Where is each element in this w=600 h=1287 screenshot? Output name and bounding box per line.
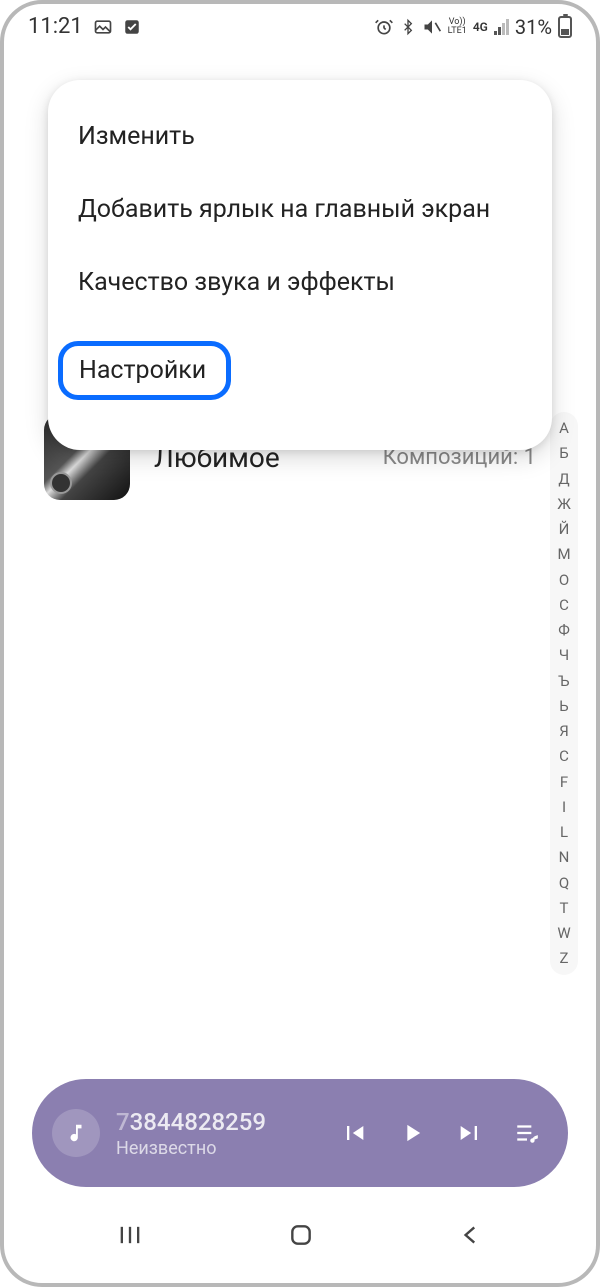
index-letter[interactable]: N: [559, 847, 570, 867]
status-time: 11:21: [28, 14, 83, 39]
alphabet-index[interactable]: АБДЖЙМОСФЧЪЬЯCFILNQTWZ: [550, 412, 578, 975]
network-4g-icon: 4G: [473, 20, 488, 34]
index-letter[interactable]: Д: [558, 469, 569, 489]
index-letter[interactable]: Б: [559, 443, 568, 463]
track-lead: 7: [116, 1108, 130, 1136]
previous-button[interactable]: [340, 1119, 368, 1147]
battery-icon: [558, 16, 572, 38]
index-letter[interactable]: О: [559, 570, 569, 590]
image-icon: [93, 17, 113, 37]
index-letter[interactable]: Z: [560, 948, 569, 968]
bluetooth-icon: [400, 17, 416, 37]
index-letter[interactable]: Я: [559, 721, 569, 741]
menu-item-sound-quality[interactable]: Качество звука и эффекты: [48, 246, 552, 319]
volte-icon: Vo)) LTE1: [448, 18, 467, 36]
index-letter[interactable]: I: [562, 797, 566, 817]
menu-item-edit[interactable]: Изменить: [48, 100, 552, 173]
index-letter[interactable]: F: [560, 772, 568, 792]
battery-percent: 31%: [515, 15, 552, 39]
queue-button[interactable]: [514, 1120, 540, 1146]
index-letter[interactable]: С: [559, 595, 569, 615]
index-letter[interactable]: Ь: [559, 696, 568, 716]
signal-icon: [494, 19, 509, 35]
alarm-icon: [374, 17, 394, 37]
index-letter[interactable]: М: [557, 544, 570, 564]
index-letter[interactable]: Q: [559, 873, 569, 893]
index-letter[interactable]: Ъ: [558, 671, 569, 691]
index-letter[interactable]: А: [559, 418, 569, 438]
settings-highlight: Настройки: [58, 341, 231, 400]
system-nav-bar: [4, 1203, 596, 1283]
player-controls: [340, 1119, 540, 1147]
back-button[interactable]: [458, 1222, 484, 1252]
next-button[interactable]: [456, 1119, 484, 1147]
index-letter[interactable]: Ф: [558, 620, 570, 640]
player-track-info: 73844828259 Неизвестно: [116, 1108, 324, 1159]
index-letter[interactable]: Ж: [557, 494, 571, 514]
index-letter[interactable]: L: [560, 822, 568, 842]
home-button[interactable]: [288, 1222, 314, 1252]
overflow-menu: Изменить Добавить ярлык на главный экран…: [48, 80, 552, 450]
play-button[interactable]: [398, 1119, 426, 1147]
status-bar: 11:21 Vo)) LTE1 4G 31%: [4, 4, 596, 43]
index-letter[interactable]: Й: [559, 519, 570, 539]
index-letter[interactable]: T: [560, 898, 569, 918]
music-note-icon: [52, 1109, 100, 1157]
mini-player[interactable]: 73844828259 Неизвестно: [32, 1079, 568, 1187]
index-letter[interactable]: C: [559, 746, 569, 766]
index-letter[interactable]: Ч: [559, 645, 569, 665]
index-letter[interactable]: W: [557, 923, 570, 943]
menu-item-add-shortcut[interactable]: Добавить ярлык на главный экран: [48, 173, 552, 246]
recents-button[interactable]: [116, 1221, 144, 1253]
checkbox-icon: [123, 18, 141, 36]
track-artist: Неизвестно: [116, 1138, 324, 1159]
track-title: 3844828259: [130, 1108, 266, 1136]
mute-icon: [422, 17, 442, 37]
menu-item-settings[interactable]: Настройки: [48, 319, 552, 422]
